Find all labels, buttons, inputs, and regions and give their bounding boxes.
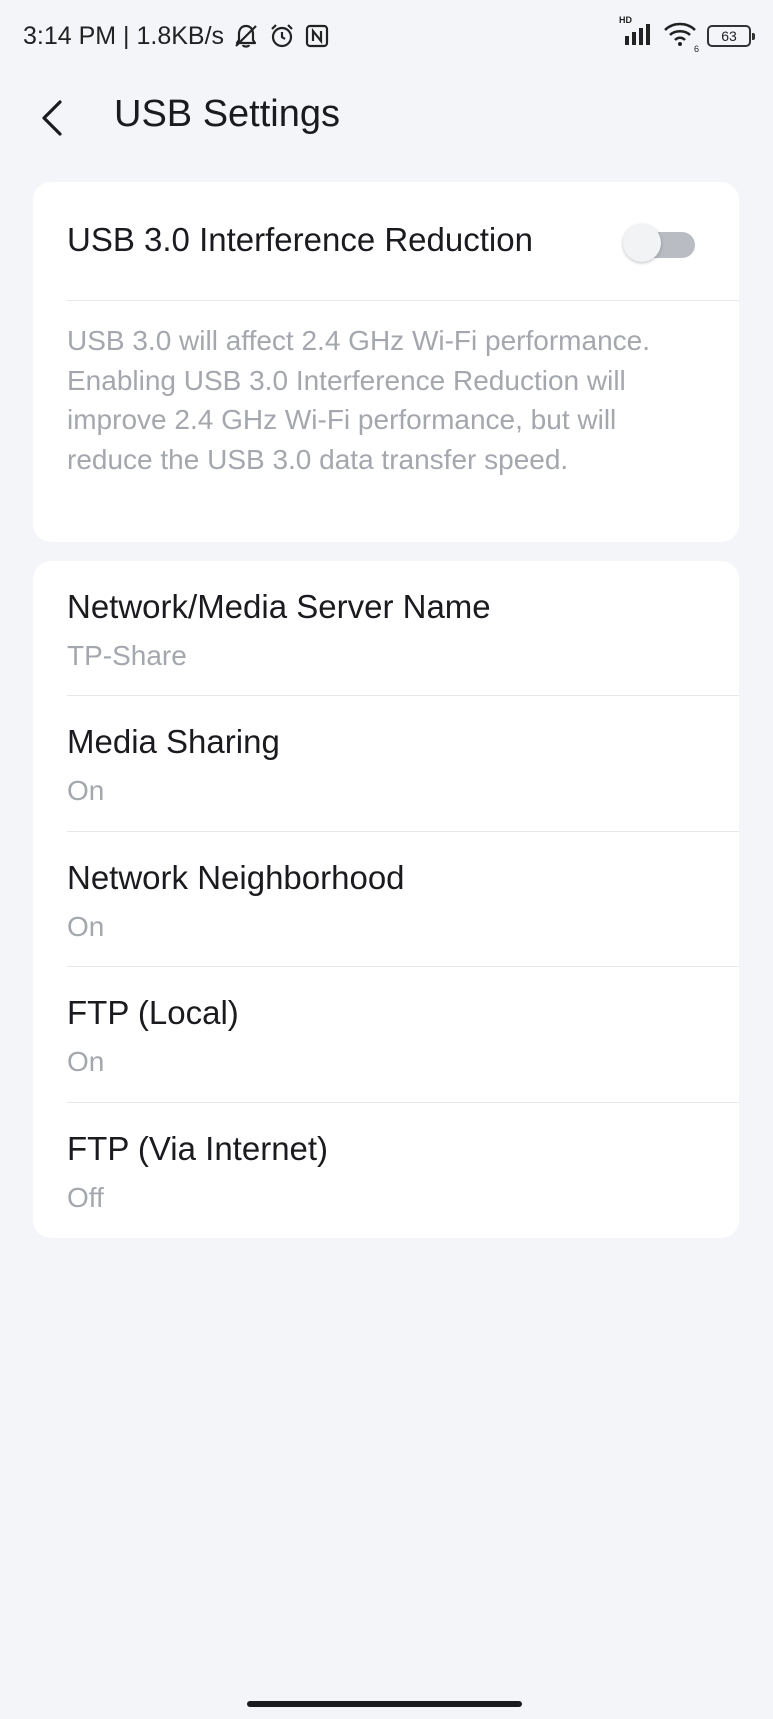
- status-bar: 3:14 PM | 1.8KB/s HD 6 63: [0, 0, 773, 72]
- setting-value: Off: [67, 1182, 104, 1213]
- battery-icon: 63: [707, 25, 755, 47]
- status-right: HD 6 63: [619, 15, 755, 54]
- network-badge: HD: [619, 14, 632, 25]
- setting-title: FTP (Local): [67, 994, 239, 1031]
- setting-value: On: [67, 1046, 105, 1077]
- wifi-icon: 6: [663, 21, 699, 54]
- setting-value: TP-Share: [67, 640, 187, 671]
- setting-title: FTP (Via Internet): [67, 1130, 329, 1167]
- setting-row-ftp-local[interactable]: FTP (Local) On: [33, 967, 739, 1103]
- nfc-icon: [304, 23, 330, 49]
- setting-value: On: [67, 775, 105, 806]
- usb-interference-row: USB 3.0 Interference Reduction: [33, 182, 739, 300]
- usb-interference-description: USB 3.0 will affect 2.4 GHz Wi-Fi perfor…: [67, 325, 650, 475]
- usb-interference-card: USB 3.0 Interference Reduction USB 3.0 w…: [33, 182, 739, 542]
- battery-level: 63: [721, 28, 737, 44]
- setting-row-media-sharing[interactable]: Media Sharing On: [33, 696, 739, 832]
- chevron-left-icon: [42, 100, 62, 136]
- setting-row-server-name[interactable]: Network/Media Server Name TP-Share: [33, 561, 739, 697]
- page-title: USB Settings: [114, 93, 340, 135]
- bell-off-icon: [232, 22, 260, 50]
- home-indicator[interactable]: [247, 1701, 522, 1707]
- toggle-knob: [623, 224, 661, 262]
- setting-row-network-neighborhood[interactable]: Network Neighborhood On: [33, 832, 739, 968]
- usb-interference-label: USB 3.0 Interference Reduction: [67, 221, 533, 258]
- status-left: 3:14 PM | 1.8KB/s: [23, 22, 330, 51]
- header: USB Settings: [0, 72, 773, 182]
- back-button[interactable]: [28, 90, 78, 146]
- alarm-icon: [268, 22, 296, 50]
- setting-row-ftp-internet[interactable]: FTP (Via Internet) Off: [33, 1103, 739, 1239]
- wifi-badge: 6: [693, 43, 699, 54]
- sharing-settings-card: Network/Media Server Name TP-Share Media…: [33, 561, 739, 1238]
- signal-icon: HD: [619, 15, 653, 52]
- setting-title: Network Neighborhood: [67, 859, 405, 896]
- setting-title: Network/Media Server Name: [67, 588, 491, 625]
- setting-value: On: [67, 911, 105, 942]
- setting-title: Media Sharing: [67, 723, 280, 760]
- usb-interference-toggle[interactable]: [623, 222, 717, 264]
- divider: [67, 300, 739, 301]
- status-time-speed: 3:14 PM | 1.8KB/s: [23, 21, 225, 50]
